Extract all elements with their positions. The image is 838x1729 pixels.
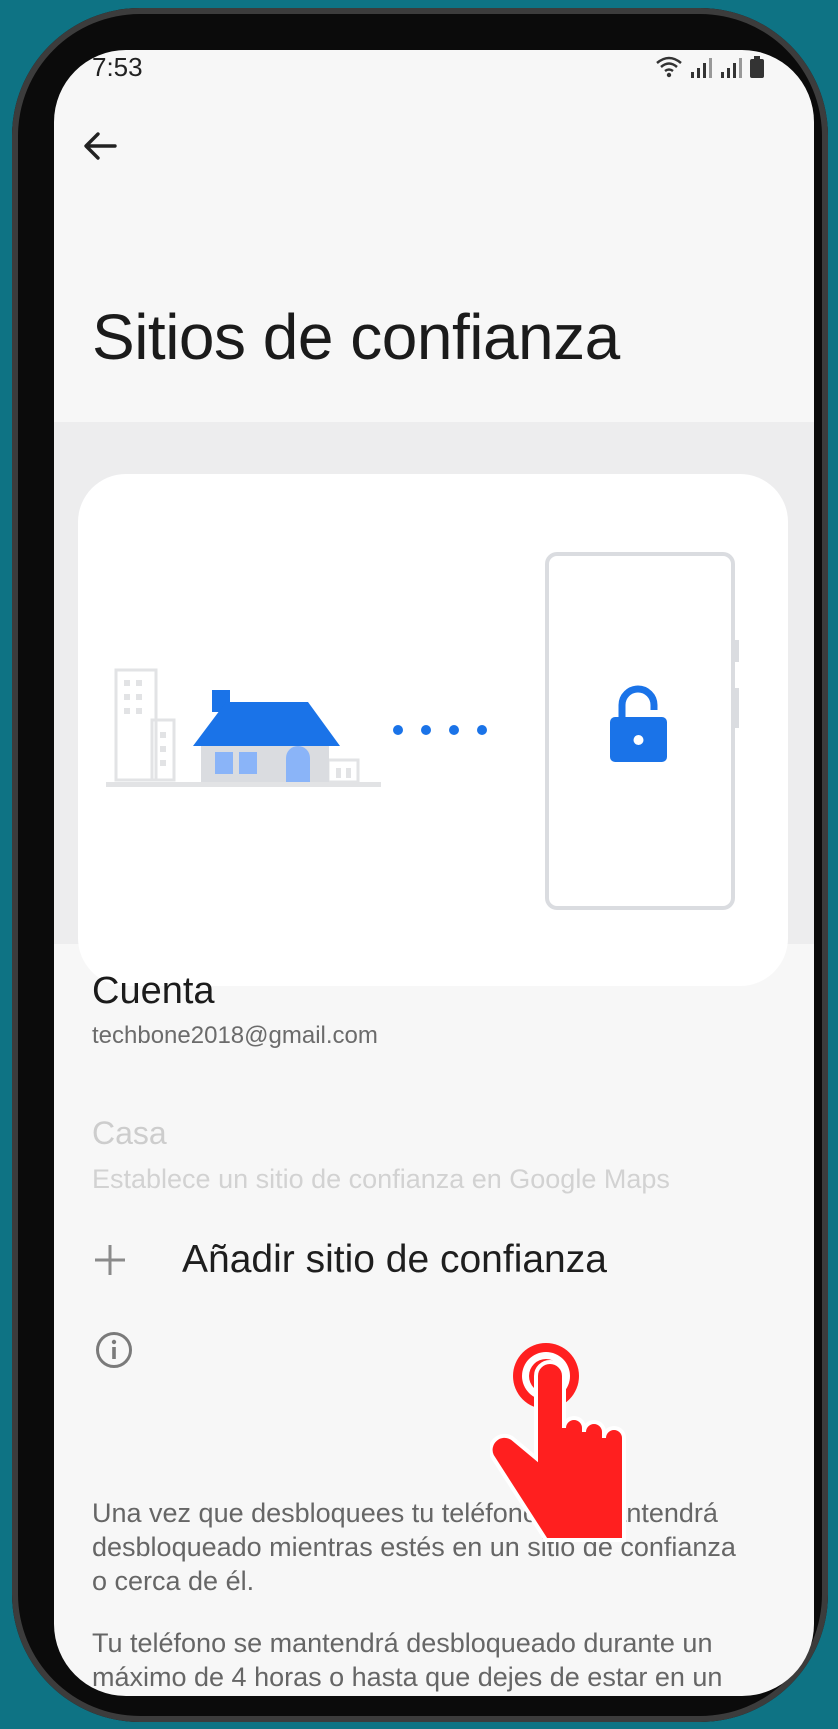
connection-dots bbox=[393, 725, 487, 735]
add-trusted-place-label: Añadir sitio de confianza bbox=[182, 1238, 607, 1281]
status-time: 7:53 bbox=[92, 52, 143, 82]
plus-icon bbox=[95, 1245, 125, 1275]
tap-hand-icon bbox=[490, 1343, 626, 1542]
info-paragraph-1: Una vez que desbloquees tu teléfono, se … bbox=[92, 1498, 736, 1596]
account-title: Cuenta bbox=[92, 970, 215, 1012]
status-icons bbox=[656, 56, 764, 78]
signal-icon bbox=[721, 58, 742, 78]
signal-icon bbox=[691, 58, 712, 78]
wifi-icon bbox=[656, 56, 682, 78]
back-button[interactable] bbox=[72, 118, 128, 174]
screen: 7:53 Sitios de confianza Cuenta techbone… bbox=[54, 50, 814, 1696]
account-email: techbone2018@gmail.com bbox=[92, 1022, 378, 1049]
watermark: TechBone bbox=[462, 1686, 811, 1696]
trusted-places-illustration bbox=[78, 474, 788, 986]
battery-icon bbox=[750, 56, 764, 78]
info-icon bbox=[96, 1332, 132, 1368]
page-title: Sitios de confianza bbox=[92, 301, 620, 373]
add-trusted-place-button[interactable]: Añadir sitio de confianza bbox=[54, 1220, 814, 1316]
home-place-title: Casa bbox=[92, 1115, 167, 1151]
illustration-graphic bbox=[106, 552, 739, 910]
arrow-left-icon bbox=[84, 132, 117, 160]
house-graphic bbox=[193, 690, 340, 782]
status-bar: 7:53 bbox=[54, 50, 814, 90]
home-place-description: Establece un sitio de confianza en Googl… bbox=[92, 1164, 670, 1194]
